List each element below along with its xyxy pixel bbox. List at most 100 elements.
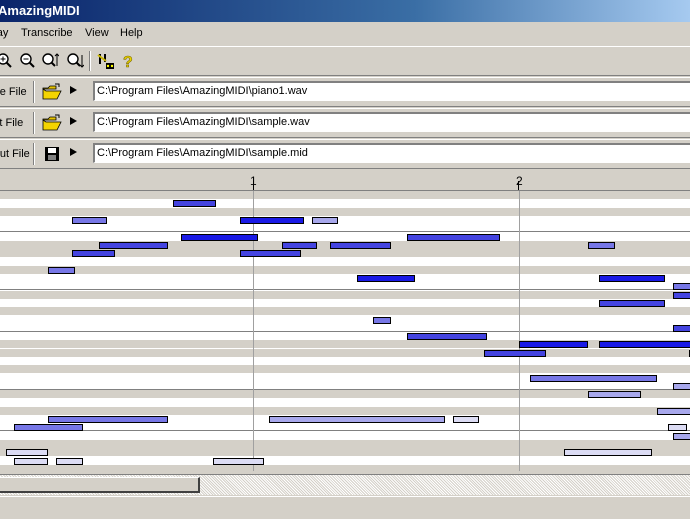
note-bar[interactable]	[311, 216, 339, 224]
row-separator	[33, 81, 35, 103]
note-bar[interactable]	[667, 424, 687, 432]
output-file-path: C:\Program Files\AmazingMIDI\sample.mid	[97, 147, 308, 159]
pitch-row	[0, 432, 690, 440]
note-bar[interactable]	[330, 241, 392, 249]
note-bar[interactable]	[48, 416, 168, 424]
note-bar[interactable]	[598, 275, 666, 282]
pitch-row	[0, 423, 690, 432]
note-bar[interactable]	[673, 382, 690, 390]
piano-roll[interactable]	[0, 191, 690, 471]
note-bar[interactable]	[588, 391, 642, 399]
pitch-row	[0, 299, 690, 307]
menu-bar: Play Transcribe View Help	[0, 24, 690, 43]
note-bar[interactable]	[213, 457, 264, 465]
note-bar[interactable]	[519, 341, 589, 349]
tone-file-path: C:\Program Files\AmazingMIDI\piano1.wav	[97, 85, 308, 97]
pitch-row	[0, 406, 690, 415]
title-bar: AmazingMIDI	[0, 0, 690, 22]
note-bar[interactable]	[673, 283, 690, 291]
window-title: AmazingMIDI	[0, 3, 80, 18]
note-bar[interactable]	[13, 457, 49, 465]
tone-file-field[interactable]: C:\Program Files\AmazingMIDI\piano1.wav	[93, 81, 690, 101]
zoom-out-icon[interactable]	[18, 52, 36, 70]
ruler-label-2: 2	[516, 174, 523, 188]
pitch-row	[0, 464, 690, 471]
save-disk-icon[interactable]	[42, 145, 62, 163]
pitch-row	[0, 199, 690, 207]
beat-line	[519, 191, 520, 471]
note-bar[interactable]	[48, 266, 75, 274]
open-folder-icon[interactable]	[42, 114, 62, 132]
pitch-row	[0, 332, 690, 340]
play-arrow-icon[interactable]	[70, 86, 77, 94]
pitch-row	[0, 224, 690, 233]
play-arrow-icon[interactable]	[70, 117, 77, 125]
tuning-icon[interactable]	[96, 52, 114, 70]
horizontal-scrollbar[interactable]	[0, 474, 690, 495]
pitch-row	[0, 348, 690, 357]
pitch-row	[0, 381, 690, 390]
note-bar[interactable]	[72, 250, 115, 258]
pitch-row	[0, 207, 690, 216]
menu-view[interactable]: View	[85, 27, 109, 39]
note-bar[interactable]	[173, 200, 216, 208]
zoom-fit-icon[interactable]	[41, 52, 60, 70]
input-file-path: C:\Program Files\AmazingMIDI\sample.wav	[97, 116, 310, 128]
note-bar[interactable]	[407, 333, 488, 341]
note-bar[interactable]	[452, 416, 480, 424]
note-bar[interactable]	[673, 432, 690, 440]
pitch-row	[0, 357, 690, 365]
note-bar[interactable]	[564, 449, 652, 457]
note-bar[interactable]	[484, 349, 546, 357]
pitch-row	[0, 257, 690, 265]
note-bar[interactable]	[356, 275, 416, 282]
status-bar	[0, 496, 690, 519]
scrollbar-thumb[interactable]	[0, 477, 200, 493]
output-file-row: Output File C:\Program Files\AmazingMIDI…	[0, 139, 690, 169]
menu-help[interactable]: Help	[120, 27, 143, 39]
pitch-row	[0, 316, 690, 324]
toolbar-separator	[89, 51, 91, 71]
note-bar[interactable]	[407, 233, 501, 241]
note-bar[interactable]	[56, 457, 83, 465]
menu-play[interactable]: Play	[0, 27, 8, 39]
note-bar[interactable]	[13, 424, 83, 432]
note-bar[interactable]	[673, 291, 690, 299]
pitch-row	[0, 399, 690, 407]
note-bar[interactable]	[588, 241, 615, 249]
pitch-row	[0, 307, 690, 316]
note-bar[interactable]	[598, 341, 690, 349]
toolbar: ?	[0, 46, 690, 76]
note-bar[interactable]	[372, 316, 392, 324]
pitch-row	[0, 233, 690, 241]
note-bar[interactable]	[657, 407, 690, 415]
note-bar[interactable]	[268, 416, 445, 424]
help-icon[interactable]: ?	[120, 52, 138, 72]
note-bar[interactable]	[98, 241, 168, 249]
pitch-row	[0, 457, 690, 465]
note-bar[interactable]	[529, 374, 658, 382]
ruler-label-1: 1	[250, 174, 257, 188]
menu-transcribe[interactable]: Transcribe	[21, 27, 73, 39]
zoom-reset-icon[interactable]	[66, 52, 85, 70]
output-file-field[interactable]: C:\Program Files\AmazingMIDI\sample.mid	[93, 143, 690, 163]
input-file-field[interactable]: C:\Program Files\AmazingMIDI\sample.wav	[93, 112, 690, 132]
note-bar[interactable]	[72, 216, 107, 224]
zoom-in-icon[interactable]	[0, 52, 13, 70]
note-bar[interactable]	[673, 324, 690, 332]
note-bar[interactable]	[239, 250, 301, 258]
note-bar[interactable]	[282, 241, 317, 249]
note-bar[interactable]	[5, 449, 49, 457]
note-bar[interactable]	[239, 216, 304, 224]
open-folder-icon[interactable]	[42, 83, 62, 101]
play-arrow-icon[interactable]	[70, 148, 77, 156]
pitch-row	[0, 274, 690, 282]
time-ruler: 1 2	[0, 171, 690, 191]
pitch-row	[0, 282, 690, 291]
pitch-row	[0, 365, 690, 374]
svg-text:?: ?	[123, 54, 133, 70]
note-bar[interactable]	[598, 299, 666, 307]
pitch-row	[0, 191, 690, 199]
note-bar[interactable]	[181, 233, 259, 241]
pitch-row	[0, 323, 690, 332]
